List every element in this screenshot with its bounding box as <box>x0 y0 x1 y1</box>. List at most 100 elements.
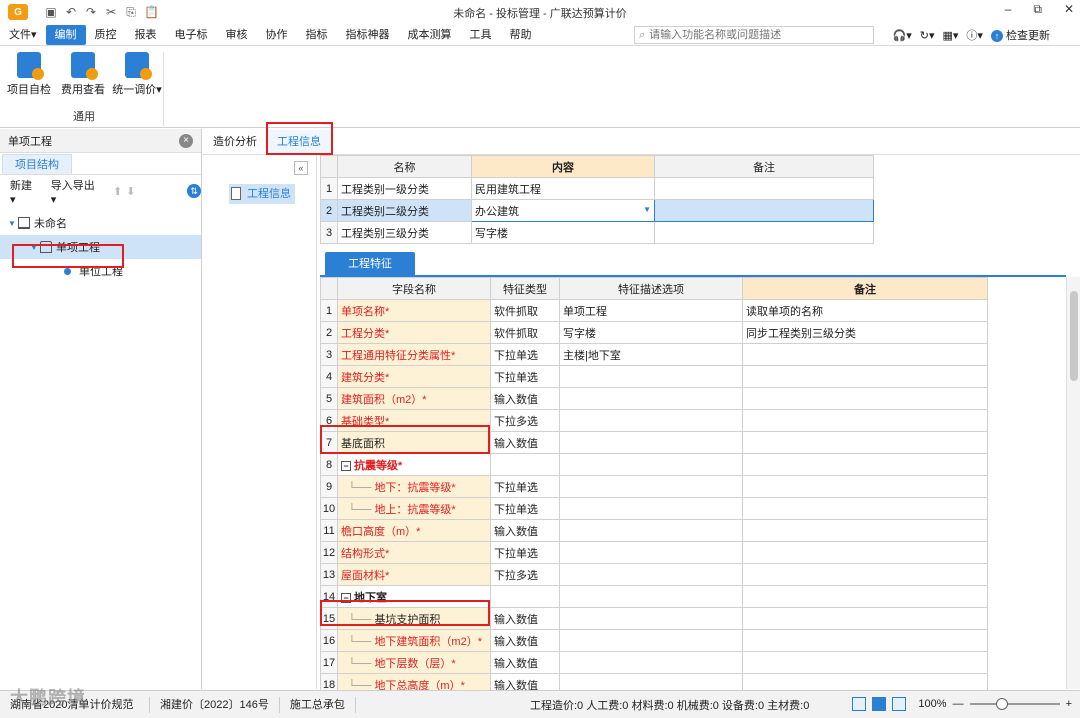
option-cell[interactable] <box>559 563 743 586</box>
note-cell[interactable] <box>742 519 988 542</box>
headset-icon[interactable]: 🎧▾ <box>893 29 912 42</box>
content-dropdown[interactable]: 办公建筑 ▼ <box>471 199 655 222</box>
collapse-group-icon[interactable]: − <box>341 592 351 603</box>
menu-collab[interactable]: 协作 <box>257 25 297 45</box>
note-cell[interactable] <box>742 651 988 674</box>
type-cell[interactable]: 下拉多选 <box>490 409 560 432</box>
option-cell[interactable]: 单项工程 <box>559 299 743 322</box>
tab-project-info[interactable]: 工程信息 <box>267 130 331 154</box>
option-cell[interactable] <box>559 519 743 542</box>
type-cell[interactable]: 输入数值 <box>490 519 560 542</box>
new-button[interactable]: 新建▾ <box>10 177 37 206</box>
tab-cost-analysis[interactable]: 造价分析 <box>203 130 267 154</box>
type-cell[interactable] <box>490 585 560 608</box>
type-cell[interactable]: 下拉单选 <box>490 475 560 498</box>
option-cell[interactable] <box>559 629 743 652</box>
option-cell[interactable] <box>559 585 743 608</box>
content-cell[interactable]: 民用建筑工程 <box>471 177 655 200</box>
type-cell[interactable]: 下拉多选 <box>490 563 560 586</box>
layout-icon[interactable] <box>852 697 867 711</box>
import-export-button[interactable]: 导入导出▾ <box>51 177 99 206</box>
vertical-scrollbar[interactable] <box>1066 277 1080 689</box>
zoom-slider-knob[interactable] <box>995 698 1008 710</box>
tree-node-unit-project[interactable]: 单位工程 <box>0 259 201 283</box>
project-selfcheck-button[interactable]: 项目自检 <box>4 52 54 97</box>
sync-icon[interactable]: ↻▾ <box>920 29 935 42</box>
option-cell[interactable] <box>559 475 743 498</box>
menu-file[interactable]: 文件▾ <box>0 25 46 45</box>
table-row[interactable]: 1 工程类别一级分类 民用建筑工程 <box>320 177 874 200</box>
content-cell[interactable]: 写字楼 <box>471 221 655 244</box>
type-cell[interactable]: 下拉单选 <box>490 497 560 520</box>
type-cell[interactable]: 软件抓取 <box>490 321 560 344</box>
note-cell[interactable] <box>654 177 874 200</box>
note-cell[interactable]: 读取单项的名称 <box>742 299 988 322</box>
note-cell[interactable] <box>742 497 988 520</box>
zoom-in-button[interactable]: + <box>1066 698 1072 710</box>
tree-node-single-project[interactable]: ▼ 单项工程 <box>0 235 201 259</box>
type-cell[interactable]: 下拉单选 <box>490 365 560 388</box>
table-row[interactable]: 4 建筑分类* 下拉单选 <box>320 365 988 388</box>
menu-tools[interactable]: 工具 <box>461 25 501 45</box>
scrollbar-thumb[interactable] <box>1070 291 1078 381</box>
note-cell[interactable] <box>742 541 988 564</box>
table-row[interactable]: 15 └── 基坑支护面积 输入数值 <box>320 607 988 630</box>
note-cell[interactable] <box>742 343 988 366</box>
note-cell[interactable] <box>742 453 988 476</box>
menu-help[interactable]: 帮助 <box>501 25 541 45</box>
table-row[interactable]: 3 工程通用特征分类属性* 下拉单选 主楼|地下室 <box>320 343 988 366</box>
type-cell[interactable]: 软件抓取 <box>490 299 560 322</box>
note-cell[interactable] <box>654 199 874 222</box>
option-cell[interactable] <box>559 409 743 432</box>
type-cell[interactable]: 输入数值 <box>490 651 560 674</box>
table-row[interactable]: 12 结构形式* 下拉单选 <box>320 541 988 564</box>
type-cell[interactable] <box>490 453 560 476</box>
table-row[interactable]: 7 基底面积 输入数值 <box>320 431 988 454</box>
note-cell[interactable] <box>742 431 988 454</box>
save-icon[interactable]: ▣ <box>44 5 58 20</box>
option-cell[interactable] <box>559 431 743 454</box>
menu-edit[interactable]: 编制 <box>45 24 86 45</box>
paste-icon[interactable]: 📋 <box>144 5 159 20</box>
table-row[interactable]: 1 单项名称* 软件抓取 单项工程 读取单项的名称 <box>320 299 988 322</box>
nav-item-project-info[interactable]: 工程信息 <box>229 184 295 204</box>
table-row[interactable]: 10 └── 地上：抗震等级* 下拉单选 <box>320 497 988 520</box>
minimize-button[interactable]: – <box>1005 2 1012 17</box>
menu-quality[interactable]: 质控 <box>86 25 126 45</box>
menu-audit[interactable]: 审核 <box>217 25 257 45</box>
note-cell[interactable] <box>654 221 874 244</box>
note-cell[interactable]: 同步工程类别三级分类 <box>742 321 988 344</box>
table-row[interactable]: 13 屋面材料* 下拉多选 <box>320 563 988 586</box>
option-cell[interactable] <box>559 607 743 630</box>
layout-icon[interactable] <box>892 697 907 711</box>
cut-icon[interactable]: ✂ <box>104 5 118 20</box>
type-cell[interactable]: 下拉单选 <box>490 343 560 366</box>
check-update-button[interactable]: ↑ 检查更新 <box>990 27 1050 43</box>
note-cell[interactable] <box>742 365 988 388</box>
undo-icon[interactable]: ↶ <box>64 5 78 20</box>
type-cell[interactable]: 输入数值 <box>490 431 560 454</box>
redo-icon[interactable]: ↷ <box>84 5 98 20</box>
note-cell[interactable] <box>742 475 988 498</box>
expand-icon[interactable]: ▼ <box>6 219 18 228</box>
panel-close-icon[interactable]: × <box>179 133 193 148</box>
note-cell[interactable] <box>742 563 988 586</box>
note-cell[interactable] <box>742 409 988 432</box>
tree-node-root[interactable]: ▼ 未命名 <box>0 211 201 235</box>
menu-index[interactable]: 指标 <box>297 25 337 45</box>
info-icon[interactable]: ⓘ▾ <box>966 27 983 43</box>
move-down-icon[interactable]: ⬇ <box>126 185 135 198</box>
type-cell[interactable]: 输入数值 <box>490 607 560 630</box>
menu-ebid[interactable]: 电子标 <box>166 25 217 45</box>
search-input[interactable] <box>649 29 860 41</box>
type-cell[interactable]: 输入数值 <box>490 629 560 652</box>
option-cell[interactable]: 写字楼 <box>559 321 743 344</box>
type-cell[interactable]: 输入数值 <box>490 387 560 410</box>
option-cell[interactable]: 主楼|地下室 <box>559 343 743 366</box>
feature-search[interactable]: ⌕ <box>634 26 874 44</box>
menu-index-tool[interactable]: 指标神器 <box>337 25 399 45</box>
table-row[interactable]: 6 基础类型* 下拉多选 <box>320 409 988 432</box>
collapse-group-icon[interactable]: − <box>341 460 351 471</box>
option-cell[interactable] <box>559 497 743 520</box>
option-cell[interactable] <box>559 365 743 388</box>
